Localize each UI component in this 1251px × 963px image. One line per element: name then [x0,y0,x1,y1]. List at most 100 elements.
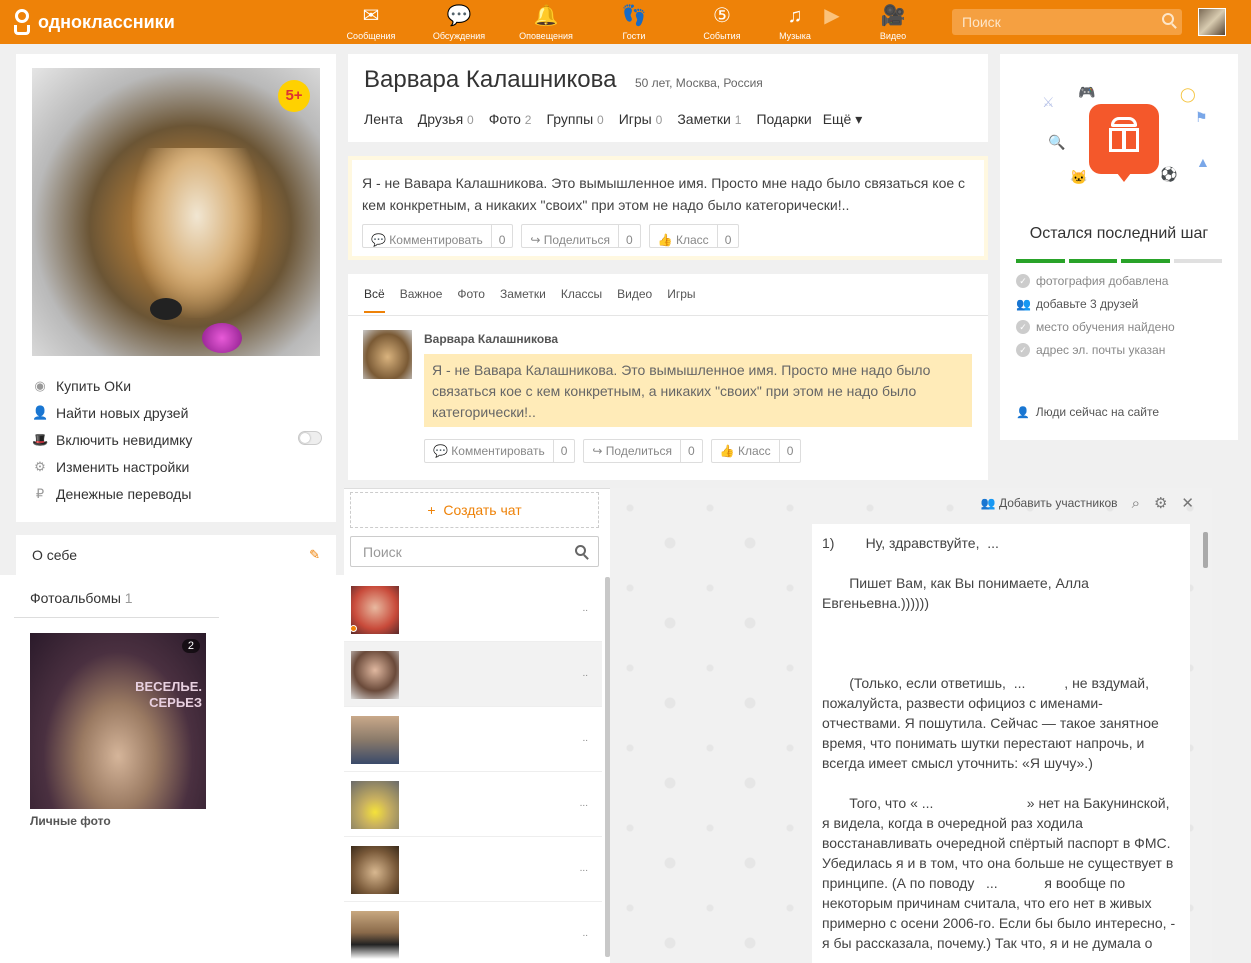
video-camera-icon: 🎥 [880,5,906,27]
search-icon[interactable] [1162,13,1174,25]
action-label: Комментировать [451,444,545,458]
tab-gifts[interactable]: Подарки [756,111,811,128]
user-avatar[interactable] [1198,8,1226,36]
chat-row[interactable]: .. [344,577,602,642]
nav-guests[interactable]: 👣 Гости [599,4,669,41]
step-add-friends[interactable]: 👥 добавьте 3 друзей [1016,297,1138,311]
tab-count: 0 [597,113,604,127]
chat-row[interactable]: .. [344,642,602,707]
menu-settings[interactable]: ⚙ Изменить настройки [32,453,322,480]
deco-ball-icon: ⚽ [1160,166,1178,182]
feed-tab-games[interactable]: Игры [667,287,695,313]
progress-segment [1121,259,1170,263]
thumbs-up-icon: 👍 [719,444,739,458]
online-link-label: Люди сейчас на сайте [1035,405,1160,419]
feed-author-avatar[interactable] [363,330,412,379]
menu-buy-oki[interactable]: ◉ Купить ОКи [32,372,322,399]
tab-label: Группы [546,111,594,127]
feed-tab-all[interactable]: Всё [364,287,385,313]
nav-video[interactable]: 🎥 Видео [858,4,928,41]
albums-header[interactable]: Фотоальбомы 1 [14,575,219,618]
feed-tab-video[interactable]: Видео [617,287,652,313]
tab-games[interactable]: Игры 0 [619,111,663,128]
chat-row-preview: .. [582,928,588,939]
nav-notifications[interactable]: 🔔 Оповещения [511,4,581,41]
action-count: 0 [688,444,695,458]
create-chat-button[interactable]: + Создать чат [350,492,599,528]
chat-row-preview: .. [582,733,588,744]
pencil-icon[interactable]: ✎ [309,547,320,563]
events-icon: ⑤ [713,5,731,27]
like-button[interactable]: 👍 Класс 0 [710,439,802,463]
menu-money-transfer[interactable]: ₽ Денежные переводы [32,480,322,507]
chat-avatar [351,586,399,634]
tab-count: 1 [734,113,742,127]
online-indicator [350,625,357,632]
step-school-found: ✓ место обучения найдено [1016,320,1175,334]
chat-row[interactable]: ... [344,772,602,837]
chat-row[interactable]: ... [344,837,602,902]
chat-row[interactable]: .. [344,902,602,963]
share-button[interactable]: ↪ Поделиться 0 [521,224,641,248]
step-label: адрес эл. почты указан [1036,343,1166,357]
albums-label: Фотоальбомы [30,590,121,606]
chat-avatar [351,716,399,764]
feed-panel: Всё Важное Фото Заметки Классы Видео Игр… [348,274,988,480]
age-badge[interactable]: 5+ [278,80,310,112]
message-scrollbar[interactable] [1203,532,1208,568]
search-icon[interactable]: ⌕ [1132,495,1140,512]
add-participants-button[interactable]: 👥 Добавить участников [981,496,1118,510]
album-caption[interactable]: Личные фото [30,814,111,828]
nav-events[interactable]: ⑤ События [687,4,757,41]
share-button[interactable]: ↪ Поделиться 0 [583,439,703,463]
speech-bubbles-icon: 💬 [446,5,472,27]
feed-tab-photo[interactable]: Фото [457,287,485,313]
menu-find-friends[interactable]: 👤 Найти новых друзей [32,399,322,426]
profile-photo[interactable]: 5+ [32,68,320,356]
top-search-input[interactable]: Поиск [952,9,1182,35]
tab-photos[interactable]: Фото 2 [489,111,532,128]
tab-friends[interactable]: Друзья 0 [418,111,474,128]
thumbs-up-icon: 👍 [657,233,677,247]
close-icon[interactable]: ✕ [1181,494,1194,512]
comment-button[interactable]: 💬 Комментировать 0 [424,439,576,463]
profile-meta: 50 лет, Москва, Россия [635,76,763,90]
menu-label: Купить ОКи [56,377,132,394]
feed-tab-important[interactable]: Важное [400,287,443,313]
like-button[interactable]: 👍 Класс 0 [648,224,740,248]
music-play-button[interactable]: ▶ [797,4,867,31]
nav-messages[interactable]: ✉ Сообщения [336,4,406,41]
chat-search-input[interactable]: Поиск [350,536,599,567]
tab-label: Фото [488,111,521,127]
invisible-toggle[interactable] [298,431,322,445]
message-line [822,553,1180,573]
about-section[interactable]: О себе ✎ [16,535,336,575]
message-bubble[interactable]: 1) Ну, здравствуйте, ... Пишет Вам, как … [812,524,1190,963]
odnoklassniki-logo[interactable]: одноклассники [12,9,175,35]
feed-tab-notes[interactable]: Заметки [500,287,546,313]
comment-button[interactable]: 💬 Комментировать 0 [362,224,514,248]
steps-progress [1016,259,1222,263]
gear-icon[interactable]: ⚙ [1154,494,1167,512]
action-label: Комментировать [389,233,483,247]
tab-feed[interactable]: Лента [364,111,403,128]
hat-icon: 🎩 [32,431,49,447]
photo-albums-section: Фотоальбомы 1 ВЕСЕЛЬЕ. СЕРЬЕЗ 2 Личные ф… [0,575,345,963]
chat-row[interactable]: .. [344,707,602,772]
message-line: 1) Ну, здравствуйте, ... [822,535,999,551]
people-online-link[interactable]: 👤 Люди сейчас на сайте [1016,405,1159,419]
tab-label: Лента [364,111,403,127]
nav-discussions[interactable]: 💬 Обсуждения [424,4,494,41]
search-icon[interactable] [575,545,586,556]
menu-invisible[interactable]: 🎩 Включить невидимку [32,426,322,453]
album-photo-text: ВЕСЕЛЬЕ. СЕРЬЕЗ [135,679,202,710]
tab-more[interactable]: Ещё ▾ [823,111,863,128]
message-line [822,773,1180,793]
feed-tab-likes[interactable]: Классы [561,287,602,313]
album-thumbnail[interactable]: ВЕСЕЛЬЕ. СЕРЬЕЗ 2 [30,633,206,809]
search-placeholder: Поиск [962,14,1001,30]
feed-post-text[interactable]: Я - не Вавара Калашникова. Это вымышленн… [424,354,972,427]
tab-notes[interactable]: Заметки 1 [677,111,741,128]
feed-author-name[interactable]: Варвара Калашникова [424,332,558,346]
tab-groups[interactable]: Группы 0 [546,111,603,128]
